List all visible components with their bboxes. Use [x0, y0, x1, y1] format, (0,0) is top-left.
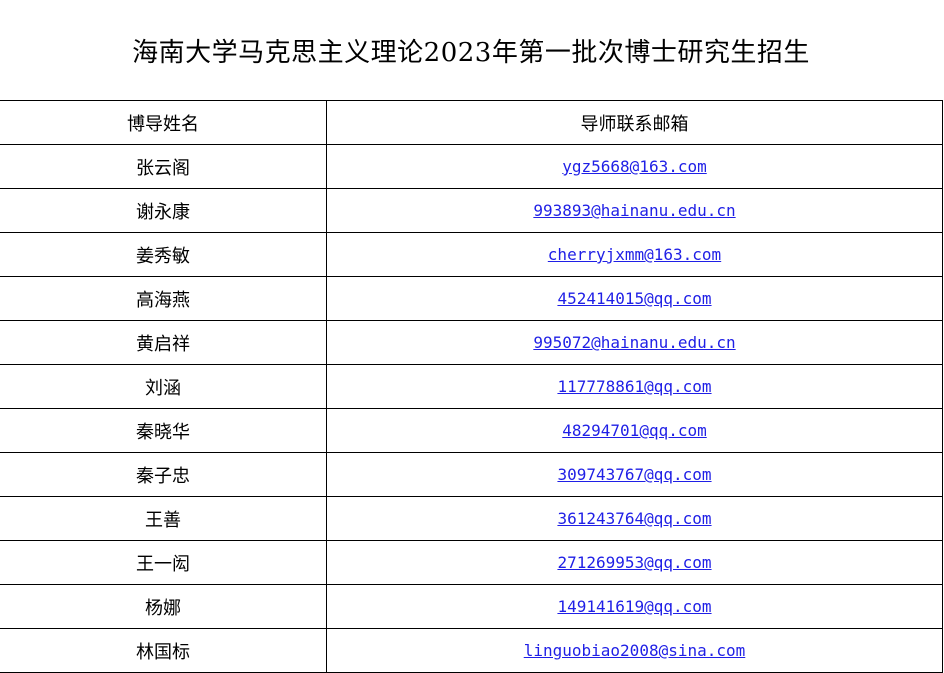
advisor-email-link[interactable]: 995072@hainanu.edu.cn — [533, 333, 735, 352]
table-row: 秦晓华 48294701@qq.com — [0, 409, 942, 453]
table-row: 刘涵 117778861@qq.com — [0, 365, 942, 409]
advisor-email-link[interactable]: cherryjxmm@163.com — [548, 245, 721, 264]
advisor-email-cell: 48294701@qq.com — [327, 409, 942, 452]
advisor-email-cell: cherryjxmm@163.com — [327, 233, 942, 276]
advisor-email-link[interactable]: 993893@hainanu.edu.cn — [533, 201, 735, 220]
advisor-name: 杨娜 — [0, 585, 327, 628]
advisor-email-link[interactable]: linguobiao2008@sina.com — [524, 641, 746, 660]
advisor-name: 高海燕 — [0, 277, 327, 320]
advisor-email-cell: 271269953@qq.com — [327, 541, 942, 584]
table-row: 王一闳 271269953@qq.com — [0, 541, 942, 585]
advisor-email-link[interactable]: ygz5668@163.com — [562, 157, 707, 176]
advisor-email-cell: ygz5668@163.com — [327, 145, 942, 188]
advisor-email-link[interactable]: 149141619@qq.com — [557, 597, 711, 616]
table-row: 林国标 linguobiao2008@sina.com — [0, 629, 942, 673]
table-row: 黄启祥 995072@hainanu.edu.cn — [0, 321, 942, 365]
advisor-name: 谢永康 — [0, 189, 327, 232]
advisor-email-cell: 993893@hainanu.edu.cn — [327, 189, 942, 232]
advisor-email-cell: 452414015@qq.com — [327, 277, 942, 320]
table-row: 杨娜 149141619@qq.com — [0, 585, 942, 629]
advisor-email-link[interactable]: 117778861@qq.com — [557, 377, 711, 396]
table-row: 谢永康 993893@hainanu.edu.cn — [0, 189, 942, 233]
advisor-email-cell: 149141619@qq.com — [327, 585, 942, 628]
table-row: 高海燕 452414015@qq.com — [0, 277, 942, 321]
advisor-table: 博导姓名 导师联系邮箱 张云阁 ygz5668@163.com 谢永康 993893@… — [0, 100, 943, 673]
advisor-name: 张云阁 — [0, 145, 327, 188]
advisor-email-link[interactable]: 271269953@qq.com — [557, 553, 711, 572]
advisor-email-link[interactable]: 361243764@qq.com — [557, 509, 711, 528]
table-body: 张云阁 ygz5668@163.com 谢永康 993893@hainanu.edu.… — [0, 145, 942, 673]
advisor-name: 黄启祥 — [0, 321, 327, 364]
page-title: 海南大学马克思主义理论2023年第一批次博士研究生招生 — [132, 37, 810, 68]
advisor-email-cell: 309743767@qq.com — [327, 453, 942, 496]
advisor-name: 秦子忠 — [0, 453, 327, 496]
advisor-name: 王善 — [0, 497, 327, 540]
advisor-email-cell: 995072@hainanu.edu.cn — [327, 321, 942, 364]
table-row: 张云阁 ygz5668@163.com — [0, 145, 942, 189]
header-advisor-name: 博导姓名 — [0, 101, 327, 144]
table-row: 姜秀敏 cherryjxmm@163.com — [0, 233, 942, 277]
header-advisor-email: 导师联系邮箱 — [580, 113, 689, 135]
advisor-email-link[interactable]: 309743767@qq.com — [557, 465, 711, 484]
advisor-email-cell: 361243764@qq.com — [327, 497, 942, 540]
advisor-name: 王一闳 — [0, 541, 327, 584]
table-row: 秦子忠 309743767@qq.com — [0, 453, 942, 497]
advisor-email-link[interactable]: 452414015@qq.com — [557, 289, 711, 308]
advisor-email-cell: 117778861@qq.com — [327, 365, 942, 408]
table-header-row: 博导姓名 导师联系邮箱 — [0, 101, 942, 145]
advisor-email-cell: linguobiao2008@sina.com — [327, 629, 942, 672]
advisor-email-link[interactable]: 48294701@qq.com — [562, 421, 707, 440]
advisor-name: 林国标 — [0, 629, 327, 672]
table-row: 王善 361243764@qq.com — [0, 497, 942, 541]
advisor-name: 刘涵 — [0, 365, 327, 408]
advisor-name: 姜秀敏 — [0, 233, 327, 276]
advisor-name: 秦晓华 — [0, 409, 327, 452]
